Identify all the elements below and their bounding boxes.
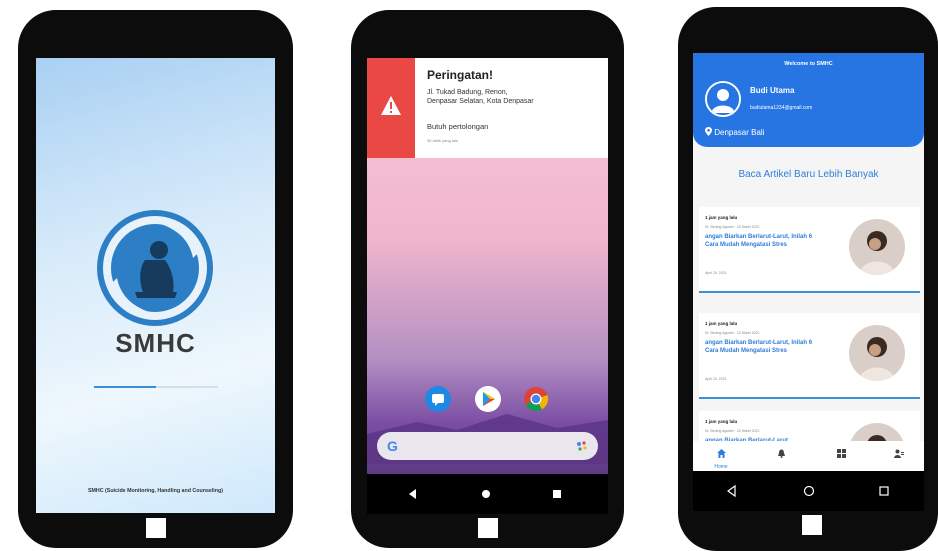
home-screen: Welcome to SMHC Budi Utama budiutama1234… bbox=[693, 53, 924, 471]
system-nav-bar bbox=[367, 474, 608, 514]
message-icon[interactable] bbox=[425, 386, 451, 412]
google-g-icon: G bbox=[387, 438, 398, 454]
home-icon[interactable] bbox=[803, 485, 815, 497]
home-key[interactable] bbox=[478, 518, 498, 538]
home-key[interactable] bbox=[146, 518, 166, 538]
contacts-icon bbox=[894, 449, 904, 458]
user-name: Budi Utama bbox=[750, 86, 795, 95]
chrome-icon[interactable] bbox=[523, 386, 549, 412]
read-more-articles-link[interactable]: Baca Artikel Baru Lebih Banyak bbox=[693, 169, 924, 180]
article-thumbnail bbox=[849, 325, 905, 381]
nav-contacts[interactable] bbox=[879, 445, 919, 463]
recents-icon[interactable] bbox=[552, 489, 562, 499]
address-line-1: Jl. Tukad Badung, Renon, bbox=[427, 89, 508, 96]
location: Denpasar Bali bbox=[705, 127, 764, 137]
back-icon[interactable] bbox=[407, 488, 419, 500]
splash-footer: SMHC (Suicide Monitoring, Handling and C… bbox=[87, 488, 224, 494]
user-email: budiutama1234@gmail.com bbox=[750, 105, 813, 111]
article-title[interactable]: angan Biarkan Berlarut-Larut, Inilah 6 C… bbox=[705, 233, 825, 249]
brand-title: SMHC bbox=[115, 328, 196, 358]
mic-icon[interactable] bbox=[576, 440, 588, 452]
play-store-icon[interactable] bbox=[475, 386, 501, 412]
user-avatar-icon[interactable] bbox=[705, 81, 741, 117]
nav-grid[interactable] bbox=[821, 445, 861, 463]
splash-screen: SMHC SMHC (Suicide Monitoring, Handling … bbox=[36, 58, 275, 513]
article-card[interactable]: 1 jam yang lalu Dr. Bening Agustin · 22 … bbox=[699, 207, 920, 293]
article-thumbnail bbox=[849, 219, 905, 275]
article-meta: Dr. Bening Agustin · 22 Maret 2021 bbox=[705, 331, 760, 335]
article-date: April 19, 2021 bbox=[705, 271, 727, 275]
google-search-bar[interactable]: G bbox=[377, 432, 598, 460]
alert-notification[interactable]: Peringatan! Jl. Tukad Badung, Renon, Den… bbox=[367, 58, 608, 158]
location-text: Denpasar Bali bbox=[714, 128, 765, 137]
address-line-2: Denpasar Selatan, Kota Denpasar bbox=[427, 98, 534, 105]
bottom-navigation: Home bbox=[693, 441, 924, 471]
alert-strip bbox=[367, 58, 415, 158]
notification-message: Butuh pertolongan bbox=[427, 122, 489, 131]
phone-notification: Peringatan! Jl. Tukad Badung, Renon, Den… bbox=[351, 10, 624, 548]
loading-progress-fill bbox=[94, 386, 156, 388]
warning-icon bbox=[381, 96, 401, 115]
article-time: 1 jam yang lalu bbox=[705, 321, 738, 326]
article-date: April 19, 2021 bbox=[705, 377, 727, 381]
loading-progress-bar bbox=[94, 386, 218, 388]
grid-icon bbox=[836, 449, 846, 458]
notification-time: 30 detik yang lalu bbox=[427, 138, 459, 143]
article-time: 1 jam yang lalu bbox=[705, 419, 738, 424]
article-title[interactable]: angan Biarkan Berlarut-Larut, Inilah 6 C… bbox=[705, 339, 825, 355]
nav-notifications[interactable] bbox=[761, 445, 801, 463]
article-time: 1 jam yang lalu bbox=[705, 215, 738, 220]
home-key[interactable] bbox=[802, 515, 822, 535]
location-pin-icon bbox=[705, 127, 712, 136]
recents-icon[interactable] bbox=[879, 486, 889, 496]
bell-icon bbox=[777, 449, 785, 458]
nav-home-label: Home bbox=[714, 464, 728, 470]
article-meta: Dr. Bening Agustin · 22 Maret 2021 bbox=[705, 429, 760, 433]
article-meta: Dr. Bening Agustin · 22 Maret 2021 bbox=[705, 225, 760, 229]
welcome-text: Welcome to SMHC bbox=[784, 61, 833, 67]
back-icon[interactable] bbox=[727, 485, 737, 497]
home-icon bbox=[716, 449, 726, 458]
phone-splash: SMHC SMHC (Suicide Monitoring, Handling … bbox=[18, 10, 293, 548]
phone-home: Welcome to SMHC Budi Utama budiutama1234… bbox=[678, 7, 938, 551]
home-icon[interactable] bbox=[481, 489, 491, 499]
lock-screen: Peringatan! Jl. Tukad Badung, Renon, Den… bbox=[367, 58, 608, 514]
nav-home[interactable]: Home bbox=[701, 445, 741, 470]
smhc-logo bbox=[97, 210, 213, 326]
notification-address: Jl. Tukad Badung, Renon, Denpasar Selata… bbox=[427, 88, 597, 106]
profile-header: Welcome to SMHC Budi Utama budiutama1234… bbox=[693, 53, 924, 147]
article-card[interactable]: 1 jam yang lalu Dr. Bening Agustin · 22 … bbox=[699, 313, 920, 399]
notification-title: Peringatan! bbox=[427, 68, 494, 82]
system-nav-bar bbox=[693, 471, 924, 511]
